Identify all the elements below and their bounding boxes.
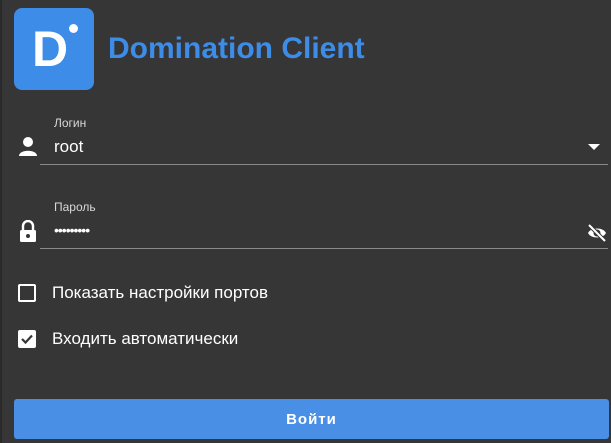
login-label: Логин: [54, 116, 87, 130]
login-field[interactable]: Логин root: [16, 112, 608, 168]
login-window: D Domination Client Логин root Пароль ••…: [0, 0, 611, 443]
password-value[interactable]: •••••••••: [54, 222, 90, 238]
header: D Domination Client: [12, 8, 602, 90]
logo-letter: D: [32, 21, 69, 77]
password-label: Пароль: [54, 200, 96, 214]
logo-dot: [69, 24, 78, 33]
show-ports-checkbox[interactable]: [18, 284, 36, 302]
login-value[interactable]: root: [54, 137, 83, 157]
password-underline: [40, 248, 608, 249]
password-field[interactable]: Пароль •••••••••: [16, 196, 608, 252]
eye-off-icon[interactable]: [586, 222, 608, 244]
login-underline: [40, 164, 608, 165]
show-ports-option[interactable]: Показать настройки портов: [18, 282, 418, 306]
auto-login-label[interactable]: Входить автоматически: [52, 329, 238, 349]
app-logo: D: [14, 8, 94, 90]
chevron-down-icon[interactable]: [588, 144, 600, 150]
login-button[interactable]: Войти: [14, 399, 609, 439]
person-icon: [18, 136, 38, 158]
auto-login-checkbox[interactable]: [18, 330, 36, 348]
show-ports-label[interactable]: Показать настройки портов: [52, 283, 268, 303]
check-icon: [21, 334, 33, 345]
app-title: Domination Client: [108, 32, 365, 65]
lock-icon: [18, 219, 38, 242]
auto-login-option[interactable]: Входить автоматически: [18, 328, 418, 352]
